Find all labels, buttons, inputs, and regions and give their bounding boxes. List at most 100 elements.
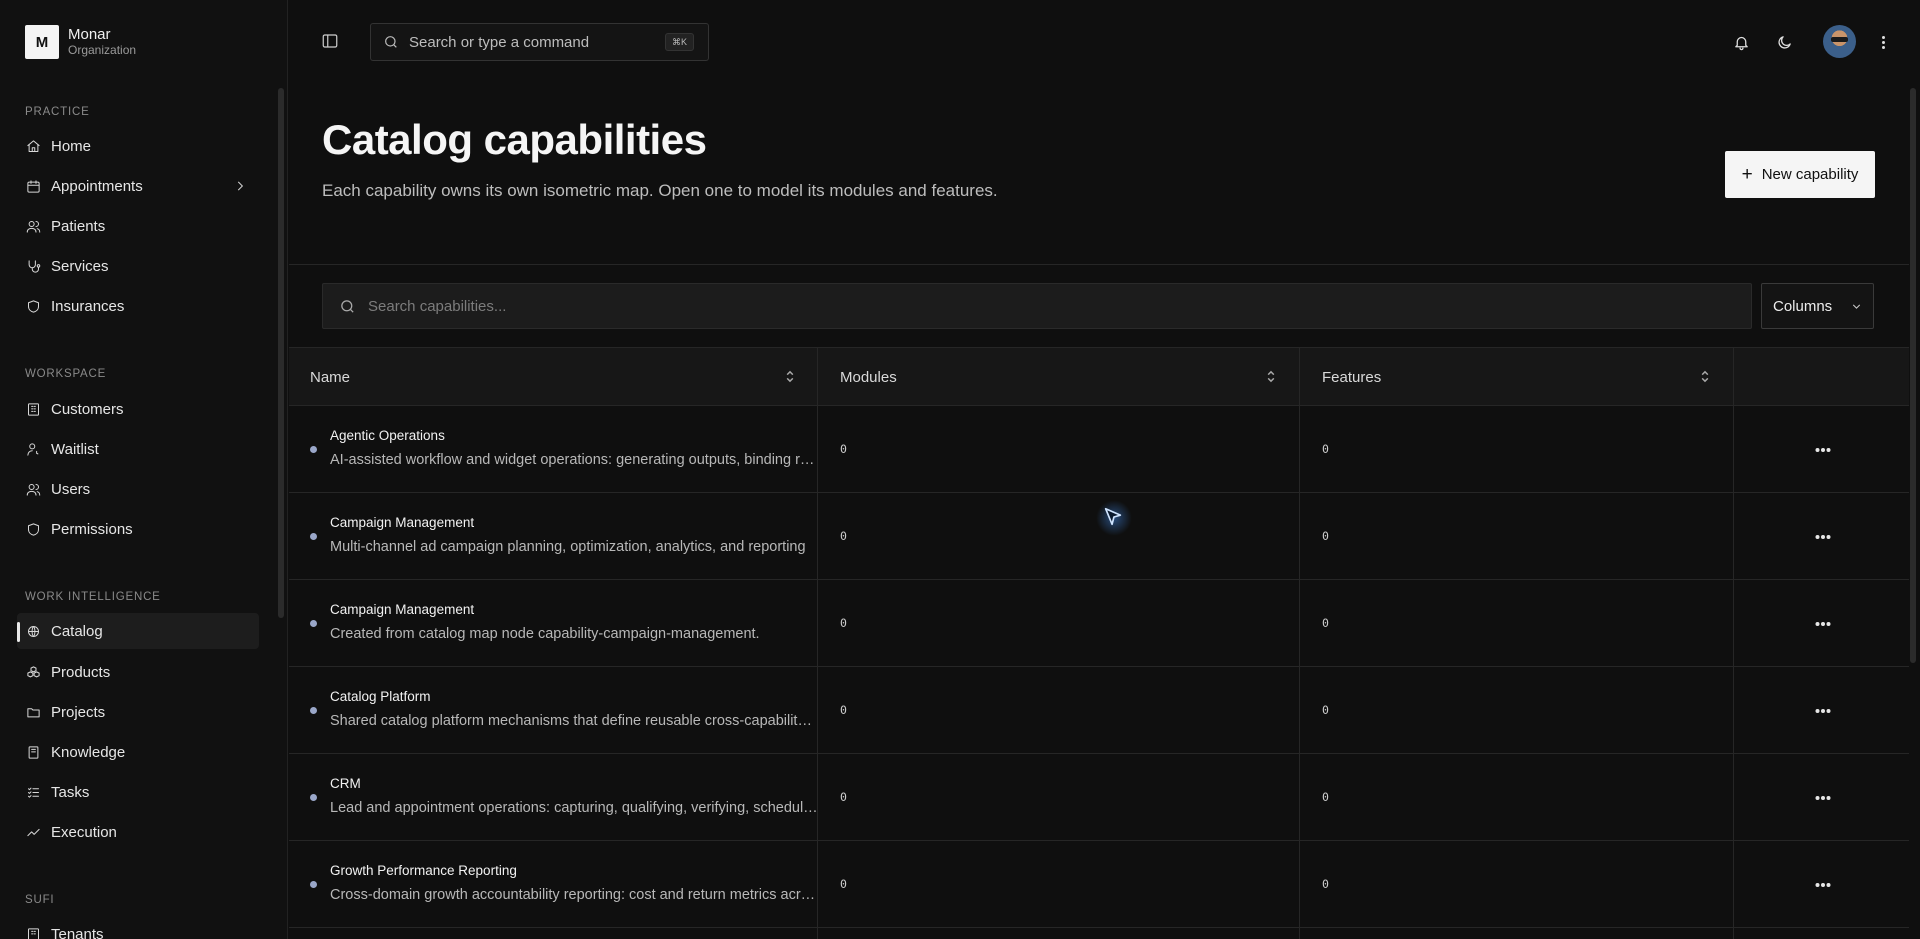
active-indicator [17,622,20,642]
capability-name[interactable]: Campaign Management [330,515,474,530]
list-icon [25,784,41,800]
new-capability-button[interactable]: + New capability [1725,151,1875,198]
panel-toggle-icon[interactable] [321,32,341,52]
more-horizontal-icon[interactable] [1813,614,1833,634]
columns-label: Columns [1773,297,1833,315]
search-icon [385,36,397,48]
sort-icon[interactable] [784,369,798,385]
sidebar-item-patients[interactable]: Patients [17,208,259,244]
user-clock-icon [25,441,41,457]
more-horizontal-icon[interactable] [1813,527,1833,547]
table-row[interactable]: CRM Lead and appointment operations: capt… [289,754,1909,841]
capability-description: Shared catalog platform mechanisms that … [330,713,818,729]
column-header-features[interactable]: Features [1322,348,1381,406]
capability-description: Multi-channel ad campaign planning, opti… [330,539,806,555]
sidebar-item-label: Execution [51,823,117,841]
sidebar-item-customers[interactable]: Customers [17,391,259,427]
sidebar-item-tasks[interactable]: Tasks [17,774,259,810]
more-horizontal-icon[interactable] [1813,788,1833,808]
status-dot [310,794,317,801]
org-text: Monar Organization [68,26,136,58]
sidebar-item-label: Users [51,480,91,498]
capability-search[interactable] [322,283,1752,329]
sidebar-item-services[interactable]: Services [17,248,259,284]
sidebar-item-label: Knowledge [51,743,126,761]
capability-name[interactable]: Campaign Management [330,602,474,617]
more-vertical-icon[interactable] [1873,32,1893,52]
capability-name[interactable]: Catalog Platform [330,689,431,704]
columns-button[interactable]: Columns [1761,283,1874,329]
bell-icon[interactable] [1731,32,1751,52]
sort-icon[interactable] [1699,369,1713,385]
trend-icon [25,824,41,840]
search-icon [341,299,354,313]
table-row[interactable]: Growth Performance Reporting Cross-domain… [289,841,1909,928]
capability-description: Lead and appointment operations: capturi… [330,800,818,816]
chevron-right-icon[interactable] [233,179,247,197]
table-row[interactable]: Campaign Management Created from catalog … [289,580,1909,667]
section-label-workspace: WORKSPACE [25,368,107,380]
sidebar-item-waitlist[interactable]: Waitlist [17,431,259,467]
column-header-name[interactable]: Name [310,348,350,406]
sidebar-item-insurances[interactable]: Insurances [17,288,259,324]
folder-icon [25,704,41,720]
chevron-down-icon [1852,304,1861,309]
sidebar-scrollbar[interactable] [278,88,284,618]
sidebar-item-catalog[interactable]: Catalog [17,613,259,649]
avatar[interactable] [1823,25,1856,58]
sidebar: M Monar Organization PRACTICE Home Appoi… [0,0,288,939]
features-count: 0 [1322,442,1329,456]
capability-name[interactable]: Growth Performance Reporting [330,863,517,878]
sidebar-item-label: Customers [51,400,124,418]
capability-search-input[interactable] [368,297,1668,315]
status-dot [310,881,317,888]
sidebar-item-projects[interactable]: Projects [17,694,259,730]
org-logo: M [25,25,59,59]
sidebar-item-label: Patients [51,217,106,235]
modules-count: 0 [840,877,847,891]
org-switcher[interactable]: M Monar Organization [25,25,136,59]
capability-name[interactable]: Agentic Operations [330,428,445,443]
shortcut-badge: ⌘K [664,33,694,51]
sidebar-item-label: Permissions [51,520,133,538]
moon-icon[interactable] [1774,32,1794,52]
page-subtitle: Each capability owns its own isometric m… [322,181,998,200]
capability-description: Created from catalog map node capability… [330,626,760,642]
section-label-work-intelligence: WORK INTELLIGENCE [25,591,161,603]
modules-count: 0 [840,616,847,630]
more-horizontal-icon[interactable] [1813,875,1833,895]
app-root: M Monar Organization PRACTICE Home Appoi… [0,0,1920,939]
command-search-placeholder: Search or type a command [409,33,590,51]
capability-description: AI-assisted workflow and widget operatio… [330,452,818,468]
shield-icon [25,298,41,314]
sidebar-item-label: Services [51,257,109,275]
sidebar-item-label: Catalog [51,622,103,640]
sidebar-item-users[interactable]: Users [17,471,259,507]
column-header-modules[interactable]: Modules [840,348,897,406]
capability-name[interactable]: CRM [330,776,361,791]
sort-icon[interactable] [1265,369,1279,385]
calendar-icon [25,178,41,194]
sidebar-item-products[interactable]: Products [17,654,259,690]
divider [289,264,1909,265]
table-row[interactable]: Agentic Operations AI-assisted workflow a… [289,406,1909,493]
main-scrollbar[interactable] [1910,88,1916,663]
sidebar-item-label: Products [51,663,111,681]
sidebar-item-appointments[interactable]: Appointments [17,168,259,204]
sidebar-item-permissions[interactable]: Permissions [17,511,259,547]
book-icon [25,744,41,760]
sidebar-item-tenants[interactable]: Tenants [17,916,259,939]
sidebar-item-home[interactable]: Home [17,128,259,164]
org-name: Monar [68,26,111,43]
building-icon [25,401,41,417]
table-row[interactable]: Catalog Platform Shared catalog platform … [289,667,1909,754]
status-dot [310,533,317,540]
more-horizontal-icon[interactable] [1813,701,1833,721]
more-horizontal-icon[interactable] [1813,440,1833,460]
status-dot [310,446,317,453]
command-search[interactable]: Search or type a command ⌘K [370,23,709,61]
features-count: 0 [1322,790,1329,804]
sidebar-item-label: Projects [51,703,106,721]
sidebar-item-knowledge[interactable]: Knowledge [17,734,259,770]
sidebar-item-execution[interactable]: Execution [17,814,259,850]
